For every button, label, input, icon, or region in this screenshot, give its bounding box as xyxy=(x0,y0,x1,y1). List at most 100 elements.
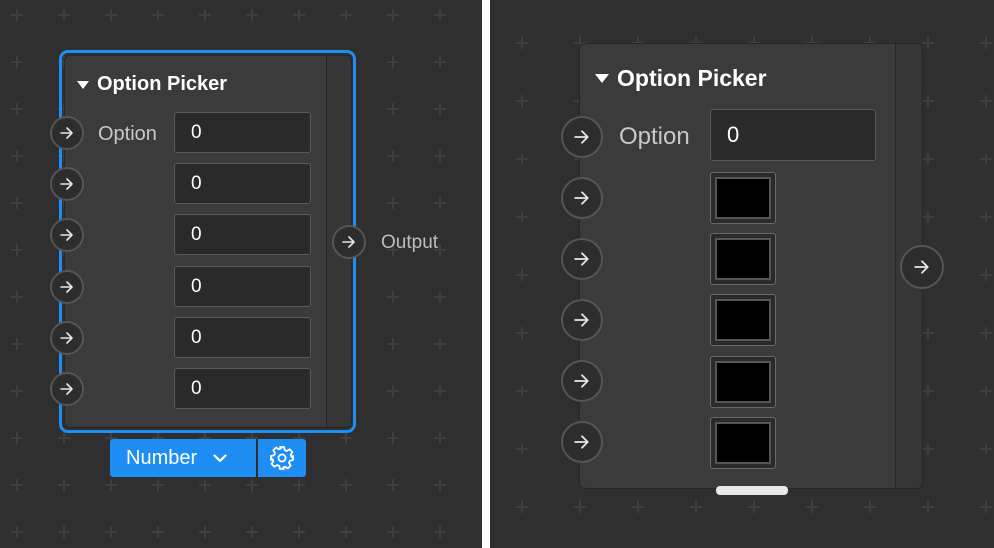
grid-plus-marker xyxy=(516,327,528,339)
grid-plus-marker xyxy=(632,501,644,513)
node-title-text: Option Picker xyxy=(617,65,767,91)
grid-plus-marker xyxy=(199,9,211,21)
grid-plus-marker xyxy=(340,526,352,538)
color-swatch[interactable] xyxy=(710,172,776,224)
node-settings-button[interactable] xyxy=(258,439,306,477)
arrow-right-icon xyxy=(60,178,73,190)
arrow-right-icon xyxy=(574,252,589,266)
arrow-right-icon xyxy=(60,127,73,139)
grid-plus-marker xyxy=(434,9,446,21)
node-title[interactable]: Option Picker xyxy=(595,65,767,92)
field-value: 0 xyxy=(191,326,202,348)
option-input-port[interactable] xyxy=(561,116,603,158)
option-picker-node[interactable]: Option Picker Option 0 0 0 0 0 0 xyxy=(64,55,352,428)
color-swatch[interactable] xyxy=(710,356,776,408)
color-3-input-port[interactable] xyxy=(561,299,603,341)
option-4-input-port[interactable] xyxy=(50,321,84,355)
disclosure-triangle-icon[interactable] xyxy=(77,80,89,89)
grid-plus-marker xyxy=(434,432,446,444)
grid-plus-marker xyxy=(105,9,117,21)
type-dropdown-value: Number xyxy=(126,446,198,469)
type-dropdown[interactable]: Number xyxy=(110,439,256,477)
color-swatch[interactable] xyxy=(710,294,776,346)
grid-plus-marker xyxy=(58,432,70,444)
arrow-right-icon xyxy=(574,313,589,327)
option-1-field[interactable]: 0 xyxy=(174,163,311,204)
grid-plus-marker xyxy=(11,385,23,397)
option-1-input-port[interactable] xyxy=(50,167,84,201)
option-2-field[interactable]: 0 xyxy=(174,214,311,255)
arrow-right-icon xyxy=(60,281,73,293)
option-5-input-port[interactable] xyxy=(50,372,84,406)
left-graph-canvas[interactable]: Option Picker Option 0 0 0 0 0 0 Output … xyxy=(0,0,482,548)
option-value-field[interactable]: 0 xyxy=(710,109,876,161)
field-value: 0 xyxy=(191,223,202,245)
grid-plus-marker xyxy=(516,37,528,49)
option-picker-node[interactable]: Option Picker Option 0 xyxy=(579,43,923,489)
option-4-field[interactable]: 0 xyxy=(174,317,311,358)
grid-plus-marker xyxy=(980,269,992,281)
grid-plus-marker xyxy=(922,385,934,397)
color-swatch[interactable] xyxy=(710,417,776,469)
grid-plus-marker xyxy=(980,95,992,107)
grid-plus-marker xyxy=(806,501,818,513)
grid-plus-marker xyxy=(199,526,211,538)
arrow-right-icon xyxy=(574,374,589,388)
color-fill xyxy=(715,422,771,464)
grid-plus-marker xyxy=(58,9,70,21)
grid-plus-marker xyxy=(152,479,164,491)
grid-plus-marker xyxy=(387,432,399,444)
grid-plus-marker xyxy=(922,153,934,165)
grid-plus-marker xyxy=(434,197,446,209)
output-label: Output xyxy=(381,232,439,253)
output-port[interactable] xyxy=(332,225,366,259)
output-port[interactable] xyxy=(900,245,944,289)
grid-plus-marker xyxy=(199,479,211,491)
grid-plus-marker xyxy=(387,150,399,162)
grid-plus-marker xyxy=(387,479,399,491)
option-input-port[interactable] xyxy=(50,116,84,150)
color-swatch[interactable] xyxy=(710,233,776,285)
option-2-input-port[interactable] xyxy=(50,218,84,252)
arrow-right-icon xyxy=(60,332,73,344)
color-5-input-port[interactable] xyxy=(561,421,603,463)
arrow-right-icon xyxy=(574,130,589,144)
grid-plus-marker xyxy=(516,385,528,397)
grid-plus-marker xyxy=(922,211,934,223)
option-5-field[interactable]: 0 xyxy=(174,368,311,409)
color-2-input-port[interactable] xyxy=(561,238,603,280)
grid-plus-marker xyxy=(11,291,23,303)
node-title-text: Option Picker xyxy=(97,73,228,95)
chevron-down-icon xyxy=(213,453,227,462)
right-graph-canvas[interactable]: Option Picker Option 0 xyxy=(490,0,994,548)
grid-plus-marker xyxy=(434,103,446,115)
grid-plus-marker xyxy=(11,338,23,350)
gear-icon xyxy=(270,446,294,470)
option-label: Option xyxy=(619,123,690,150)
grid-plus-marker xyxy=(11,479,23,491)
grid-plus-marker xyxy=(922,95,934,107)
grid-plus-marker xyxy=(58,526,70,538)
grid-plus-marker xyxy=(105,526,117,538)
grid-plus-marker xyxy=(516,443,528,455)
grid-plus-marker xyxy=(434,56,446,68)
option-3-input-port[interactable] xyxy=(50,270,84,304)
color-1-input-port[interactable] xyxy=(561,177,603,219)
option-value-field[interactable]: 0 xyxy=(174,112,311,153)
grid-plus-marker xyxy=(152,9,164,21)
grid-plus-marker xyxy=(574,501,586,513)
grid-plus-marker xyxy=(293,9,305,21)
color-4-input-port[interactable] xyxy=(561,360,603,402)
grid-plus-marker xyxy=(293,526,305,538)
option-label: Option xyxy=(98,123,157,145)
grid-plus-marker xyxy=(690,501,702,513)
disclosure-triangle-icon[interactable] xyxy=(595,74,609,83)
option-3-field[interactable]: 0 xyxy=(174,266,311,307)
grid-plus-marker xyxy=(516,269,528,281)
color-fill xyxy=(715,361,771,403)
grid-plus-marker xyxy=(980,37,992,49)
grid-plus-marker xyxy=(980,211,992,223)
node-resize-handle[interactable] xyxy=(716,486,788,495)
arrow-right-icon xyxy=(60,383,73,395)
node-title[interactable]: Option Picker xyxy=(77,73,227,96)
